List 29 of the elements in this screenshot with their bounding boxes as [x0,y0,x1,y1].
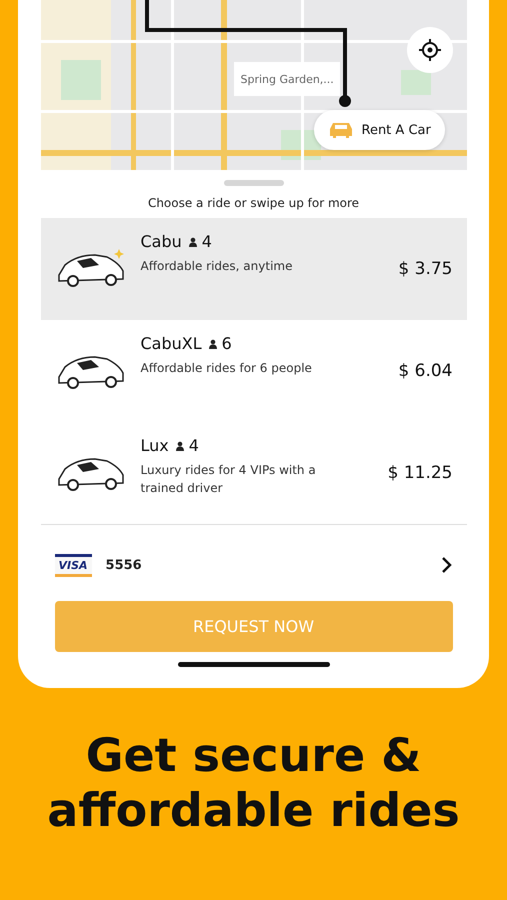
payment-row[interactable]: VISA 5556 [40,525,466,587]
ride-description: Luxury rides for 4 VIPs with a trained driver [140,462,317,497]
rent-car-button[interactable]: Rent A Car [314,110,445,150]
crosshair-icon [418,38,442,62]
ride-price: $ 11.25 [388,463,452,483]
car-icon [328,121,354,139]
card-number: 5556 [106,558,143,572]
drag-handle[interactable] [224,180,284,186]
person-icon [174,440,185,450]
sheet-hint: Choose a ride or swipe up for more [148,196,360,212]
person-icon [188,236,198,246]
ride-option[interactable]: CabuXL 6 Affordable rides for 6 people $ 6.04 [40,320,466,422]
ride-description: Affordable rides for 6 people [140,360,313,377]
ride-price: $ 6.04 [398,361,452,381]
chevron-right-icon [440,556,452,574]
card-logo: VISA [54,554,92,576]
seat-count: 4 [202,232,212,251]
ride-name: Cabu [140,232,182,251]
ride-description: Affordable rides, anytime [140,258,294,275]
ride-name: Lux [140,436,169,455]
ride-name: CabuXL [140,334,202,353]
location-label[interactable]: Spring Garden,... [234,62,340,96]
seat-count: 4 [188,436,199,455]
ride-option[interactable]: Lux 4 Luxury rides for 4 VIPs with a trained driver $ 11.25 [40,422,466,524]
person-icon [208,338,218,348]
seat-count: 6 [222,334,232,353]
ride-price: $ 3.75 [398,259,452,279]
headline: Get secure & affordable rides [46,727,461,838]
ride-option[interactable]: Cabu 4 Affordable rides, anytime $ 3.75 [40,218,466,320]
